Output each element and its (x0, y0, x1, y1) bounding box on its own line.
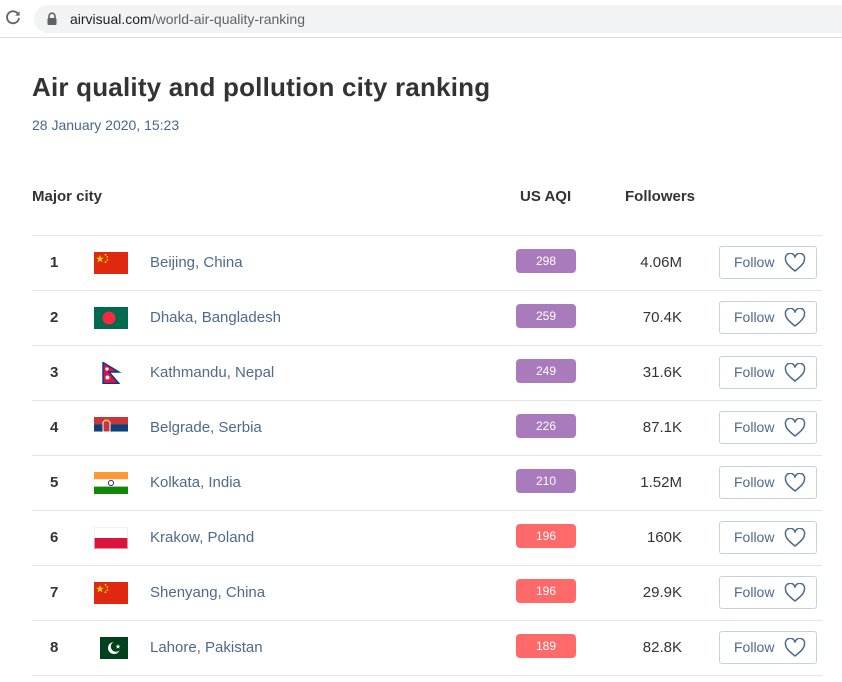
browser-url-bar: airvisual.com/world-air-quality-ranking (0, 0, 842, 38)
lock-icon[interactable] (46, 12, 58, 26)
url-host: airvisual.com (70, 11, 152, 27)
url-path: /world-air-quality-ranking (151, 11, 305, 27)
table-row: 6 Krakow, Poland 196 160K Follow (32, 510, 822, 565)
heart-icon (784, 637, 806, 658)
table-row: 4 Belgrade, Serbia 226 87.1K Follow (32, 400, 822, 455)
followers-count: 4.06M (640, 254, 682, 271)
city-link[interactable]: Shenyang, China (150, 584, 265, 601)
city-link[interactable]: Lahore, Pakistan (150, 639, 263, 656)
city-link[interactable]: Belgrade, Serbia (150, 419, 262, 436)
follow-button[interactable]: Follow (719, 356, 817, 389)
follow-button[interactable]: Follow (719, 301, 817, 334)
table-row: 2 Dhaka, Bangladesh 259 70.4K Follow (32, 290, 822, 345)
flag-india-icon (94, 472, 128, 494)
table-row: 7 Shenyang, China 196 29.9K Follow (32, 565, 822, 620)
follow-label: Follow (734, 254, 775, 270)
follow-label: Follow (734, 364, 775, 380)
reload-icon[interactable] (4, 9, 22, 27)
flag-poland-icon (94, 527, 128, 549)
flag-china-icon (94, 582, 128, 604)
heart-icon (784, 307, 806, 328)
followers-count: 82.8K (642, 639, 682, 656)
url-text[interactable]: airvisual.com/world-air-quality-ranking (70, 11, 305, 27)
followers-count: 87.1K (642, 419, 682, 436)
aqi-badge: 210 (516, 469, 576, 493)
aqi-badge: 298 (516, 249, 576, 273)
flag-bangladesh-icon (94, 307, 128, 329)
table-row: 3 Kathmandu, Nepal 249 31.6K Follow (32, 345, 822, 400)
heart-icon (784, 362, 806, 383)
followers-count: 1.52M (640, 474, 682, 491)
column-header-city: Major city (32, 188, 103, 205)
aqi-badge: 259 (516, 304, 576, 328)
city-link[interactable]: Krakow, Poland (150, 529, 254, 546)
aqi-badge: 189 (516, 634, 576, 658)
rank-number: 4 (50, 419, 59, 436)
follow-label: Follow (734, 419, 775, 435)
follow-button[interactable]: Follow (719, 521, 817, 554)
table-row: 5 Kolkata, India 210 1.52M Follow (32, 455, 822, 510)
follow-label: Follow (734, 529, 775, 545)
flag-pakistan-icon (94, 637, 128, 659)
aqi-badge: 226 (516, 414, 576, 438)
heart-icon (784, 417, 806, 438)
follow-label: Follow (734, 474, 775, 490)
aqi-badge: 249 (516, 359, 576, 383)
follow-label: Follow (734, 639, 775, 655)
city-link[interactable]: Beijing, China (150, 254, 243, 271)
city-link[interactable]: Kolkata, India (150, 474, 241, 491)
address-bar[interactable]: airvisual.com/world-air-quality-ranking (34, 5, 842, 33)
followers-count: 160K (646, 529, 682, 546)
heart-icon (784, 472, 806, 493)
city-link[interactable]: Kathmandu, Nepal (150, 364, 274, 381)
aqi-badge: 196 (516, 579, 576, 603)
rank-number: 5 (50, 474, 59, 491)
ranking-table: 1 Beijing, China 298 4.06M Follow 2 Dhaka, Ban… (32, 235, 822, 676)
column-header-followers: Followers (625, 188, 696, 205)
rank-number: 2 (50, 309, 59, 326)
followers-count: 29.9K (642, 584, 682, 601)
follow-button[interactable]: Follow (719, 631, 817, 664)
rank-number: 6 (50, 529, 59, 546)
city-link[interactable]: Dhaka, Bangladesh (150, 309, 281, 326)
column-header-aqi: US AQI (520, 188, 572, 205)
page-date: 28 January 2020, 15:23 (32, 117, 180, 133)
flag-nepal-icon (94, 362, 128, 384)
rank-number: 7 (50, 584, 59, 601)
follow-button[interactable]: Follow (719, 576, 817, 609)
follow-button[interactable]: Follow (719, 411, 817, 444)
heart-icon (784, 252, 806, 273)
heart-icon (784, 527, 806, 548)
aqi-badge: 196 (516, 524, 576, 548)
heart-icon (784, 582, 806, 603)
followers-count: 70.4K (642, 309, 682, 326)
follow-button[interactable]: Follow (719, 246, 817, 279)
follow-button[interactable]: Follow (719, 466, 817, 499)
followers-count: 31.6K (642, 364, 682, 381)
table-row: 8 Lahore, Pakistan 189 82.8K Follow (32, 620, 822, 676)
flag-serbia-icon (94, 417, 128, 439)
table-row: 1 Beijing, China 298 4.06M Follow (32, 235, 822, 290)
follow-label: Follow (734, 584, 775, 600)
rank-number: 3 (50, 364, 59, 381)
rank-number: 1 (50, 254, 59, 271)
follow-label: Follow (734, 309, 775, 325)
flag-china-icon (94, 252, 128, 274)
page-title: Air quality and pollution city ranking (32, 72, 491, 102)
rank-number: 8 (50, 639, 59, 656)
